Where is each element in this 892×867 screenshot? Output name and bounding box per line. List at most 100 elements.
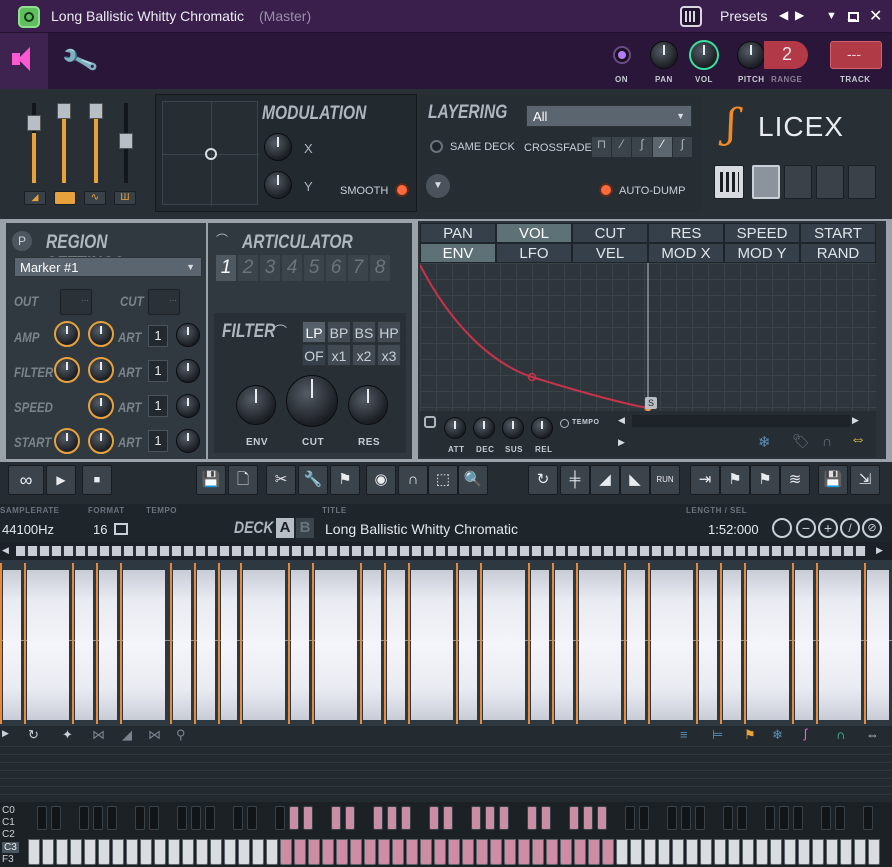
- slice-marker[interactable]: [384, 563, 386, 724]
- waveform-slice[interactable]: [75, 570, 93, 720]
- white-key[interactable]: [392, 839, 404, 865]
- slice-marker[interactable]: [218, 563, 220, 724]
- white-key[interactable]: [196, 839, 208, 865]
- waveform-slice[interactable]: [411, 570, 453, 720]
- black-key[interactable]: [443, 806, 453, 830]
- dec-knob[interactable]: [473, 417, 495, 439]
- articulator-3[interactable]: 3: [260, 255, 280, 281]
- black-key[interactable]: [499, 806, 509, 830]
- black-key[interactable]: [765, 806, 775, 830]
- slice-marker[interactable]: [816, 563, 818, 724]
- filter-lp[interactable]: LP: [302, 321, 326, 343]
- tempo-radio[interactable]: [560, 419, 569, 428]
- black-key[interactable]: [79, 806, 89, 830]
- tag-icon[interactable]: 🏷: [792, 433, 810, 450]
- waveform-slice[interactable]: [459, 570, 477, 720]
- mute-circle-icon[interactable]: ⊘: [862, 518, 882, 538]
- xy-pad-cursor[interactable]: [205, 148, 217, 160]
- black-key[interactable]: [821, 806, 831, 830]
- waveform-slice[interactable]: [699, 570, 717, 720]
- magnet-tool-icon[interactable]: ∩: [398, 465, 428, 495]
- black-key[interactable]: [107, 806, 117, 830]
- filter-bp[interactable]: BP: [327, 321, 351, 343]
- black-key[interactable]: [569, 806, 579, 830]
- black-key[interactable]: [149, 806, 159, 830]
- slice-marker[interactable]: [24, 563, 26, 724]
- black-key[interactable]: [345, 806, 355, 830]
- waveform-slice[interactable]: [27, 570, 69, 720]
- black-key[interactable]: [681, 806, 691, 830]
- white-key[interactable]: [154, 839, 166, 865]
- white-key[interactable]: [798, 839, 810, 865]
- save-icon[interactable]: 💾: [196, 465, 226, 495]
- start-knob-2[interactable]: [88, 428, 114, 454]
- eye-icon[interactable]: ◉: [366, 465, 396, 495]
- resize-icon[interactable]: ⇔: [866, 727, 879, 742]
- black-key[interactable]: [205, 806, 215, 830]
- amp-art-knob[interactable]: [176, 323, 200, 347]
- black-key[interactable]: [401, 806, 411, 830]
- slice-marker[interactable]: [170, 563, 172, 724]
- on-toggle[interactable]: [613, 46, 631, 64]
- layout-2-button[interactable]: [784, 165, 812, 199]
- filter-knob-2[interactable]: [88, 357, 114, 383]
- white-key[interactable]: [210, 839, 222, 865]
- fade-out-icon[interactable]: ◣: [620, 465, 650, 495]
- slice-marker[interactable]: [864, 563, 866, 724]
- waveform-slice[interactable]: [531, 570, 549, 720]
- white-key[interactable]: [182, 839, 194, 865]
- amp-knob-1[interactable]: [54, 321, 80, 347]
- filter-x1[interactable]: x1: [327, 344, 351, 366]
- black-key[interactable]: [597, 806, 607, 830]
- black-key[interactable]: [331, 806, 341, 830]
- white-key[interactable]: [700, 839, 712, 865]
- white-key[interactable]: [406, 839, 418, 865]
- slice-marker[interactable]: [288, 563, 290, 724]
- waveform-slice[interactable]: [483, 570, 525, 720]
- vol-knob[interactable]: [689, 40, 719, 70]
- white-key[interactable]: [28, 839, 40, 865]
- prev-preset-icon[interactable]: ◀: [779, 8, 788, 22]
- play-marker-icon[interactable]: ▶: [2, 728, 9, 739]
- new-document-icon[interactable]: 🗋: [228, 465, 258, 495]
- deck-a-button[interactable]: A: [276, 518, 294, 538]
- black-key[interactable]: [863, 806, 873, 830]
- black-key[interactable]: [233, 806, 243, 830]
- tab-speed[interactable]: SPEED: [724, 223, 800, 243]
- presets-button[interactable]: Presets: [720, 8, 767, 24]
- waveform-slice[interactable]: [221, 570, 237, 720]
- bowtie-icon[interactable]: ⋈: [92, 727, 105, 743]
- filter-bs[interactable]: BS: [352, 321, 376, 343]
- waveform-slice[interactable]: [123, 570, 165, 720]
- tab-pan[interactable]: PAN: [420, 223, 496, 243]
- black-key[interactable]: [639, 806, 649, 830]
- black-key[interactable]: [793, 806, 803, 830]
- slice-marker[interactable]: [648, 563, 650, 724]
- fader-mode-4-icon[interactable]: Ш: [114, 191, 136, 205]
- slice-marker[interactable]: [72, 563, 74, 724]
- filter-art-number[interactable]: 1: [148, 360, 168, 382]
- slice-marker[interactable]: [408, 563, 410, 724]
- tab-vel[interactable]: VEL: [572, 243, 648, 263]
- filter-of[interactable]: OF: [302, 344, 326, 366]
- white-key[interactable]: [532, 839, 544, 865]
- tab-mod-y[interactable]: MOD Y: [724, 243, 800, 263]
- scissors-icon[interactable]: ✂: [266, 465, 296, 495]
- slice-marker[interactable]: [194, 563, 196, 724]
- white-key[interactable]: [238, 839, 250, 865]
- black-key[interactable]: [275, 806, 285, 830]
- tab-start[interactable]: START: [800, 223, 876, 243]
- waveform-slice[interactable]: [3, 570, 21, 720]
- articulator-7[interactable]: 7: [348, 255, 368, 281]
- slice-marker[interactable]: [456, 563, 458, 724]
- out-button[interactable]: ···: [60, 289, 92, 315]
- filter-art-knob[interactable]: [176, 359, 200, 383]
- start-art-knob[interactable]: [176, 429, 200, 453]
- filter-x3[interactable]: x3: [377, 344, 401, 366]
- track-display[interactable]: ---: [830, 41, 882, 69]
- start-art-number[interactable]: 1: [148, 430, 168, 452]
- slash-circle-icon[interactable]: /: [840, 518, 860, 538]
- slice-marker[interactable]: [240, 563, 242, 724]
- play-small-icon[interactable]: ▶: [618, 437, 625, 448]
- waveform-slice[interactable]: [315, 570, 357, 720]
